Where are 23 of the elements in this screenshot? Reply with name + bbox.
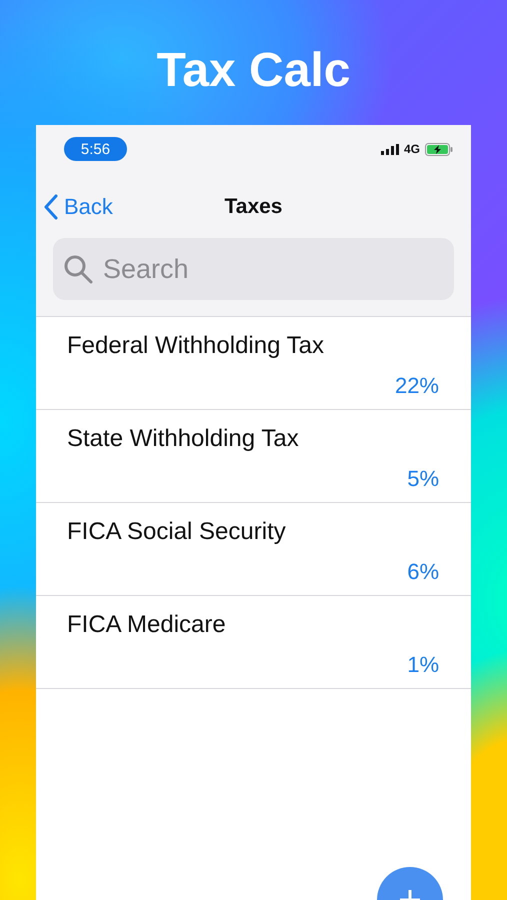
tax-name: FICA Social Security bbox=[67, 518, 287, 546]
search-bar[interactable]: Search bbox=[53, 238, 454, 300]
status-time: 5:56 bbox=[64, 137, 127, 161]
screen-title: Taxes bbox=[224, 195, 282, 219]
signal-icon bbox=[380, 144, 399, 154]
back-button[interactable]: Back bbox=[44, 194, 113, 220]
tax-rate: 22% bbox=[394, 372, 439, 400]
tax-name: FICA Medicare bbox=[67, 611, 227, 639]
tax-row[interactable]: Federal Withholding Tax 22% bbox=[36, 317, 471, 410]
tax-name: Federal Withholding Tax bbox=[67, 332, 326, 360]
battery-icon bbox=[425, 142, 453, 156]
tax-row[interactable]: State Withholding Tax 5% bbox=[36, 410, 471, 503]
search-field[interactable]: Search bbox=[101, 252, 405, 286]
search-icon bbox=[63, 254, 93, 284]
tax-rate: 6% bbox=[407, 558, 439, 586]
tax-row[interactable]: FICA Medicare 1% bbox=[36, 596, 471, 689]
network-label: 4G bbox=[404, 142, 420, 156]
chevron-left-icon bbox=[44, 194, 58, 220]
tax-rate: 1% bbox=[407, 651, 439, 679]
app-headline: Tax Calc bbox=[156, 43, 350, 99]
tax-row[interactable]: FICA Social Security 6% bbox=[36, 503, 471, 596]
tax-rate: 5% bbox=[407, 465, 439, 493]
tax-name: State Withholding Tax bbox=[67, 425, 300, 453]
